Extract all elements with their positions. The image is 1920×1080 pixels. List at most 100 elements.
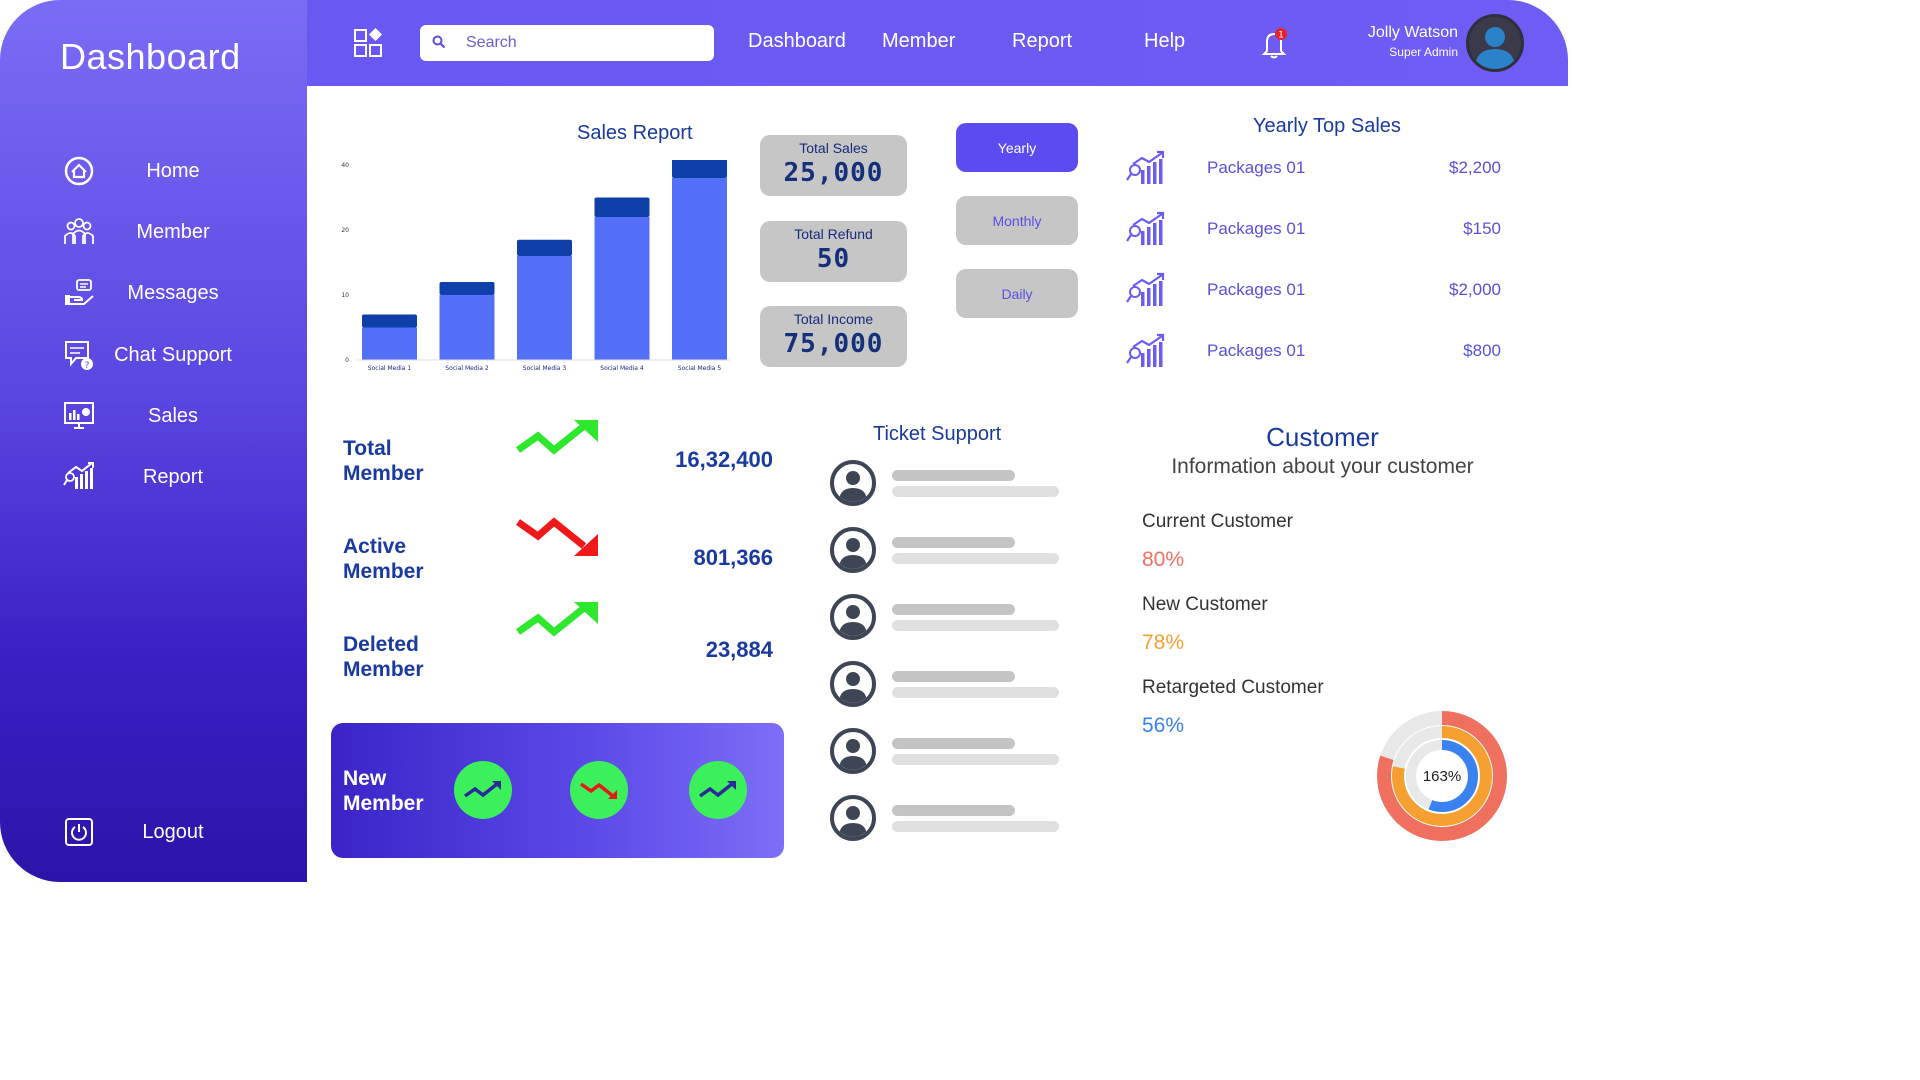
ticket-placeholder-line [892,620,1059,631]
ticket-placeholder-line [892,754,1059,765]
sidebar-item-home[interactable]: Home [0,149,307,193]
ticket-placeholder-line [892,738,1015,749]
topnav-report[interactable]: Report [1012,30,1072,53]
logout-label: Logout [142,820,204,843]
topnav-dashboard[interactable]: Dashboard [748,30,846,53]
customer-donut-chart: 163% [1377,711,1507,841]
user-role: Super Admin [1389,45,1458,59]
trend-up-icon [454,761,512,819]
logout-button[interactable]: Logout [0,810,307,854]
ticket-row[interactable] [830,594,1070,644]
daily-button[interactable]: Daily [956,269,1078,318]
bar-segment [594,197,650,217]
bar-segment [517,256,572,360]
y-tick-label: 40 [341,162,349,169]
stat-title: Total Income [793,311,874,327]
total-sales-card: Total Sales 25,000 [760,135,907,196]
trend-up-icon [515,418,600,468]
sidebar-item-report[interactable]: Report [0,455,307,499]
sales-report-chart: 0 10 20 40 Social Media 1 Social Media 2 Socia… [341,160,730,372]
y-tick-label: 0 [345,357,349,364]
sidebar-item-label: Chat Support [114,343,232,366]
package-name: Packages 01 [1207,158,1306,177]
retargeted-customer-label: Retargeted Customer [1142,677,1324,698]
y-tick-label: 20 [341,227,349,234]
total-member-value: 16,32,400 [675,447,773,472]
group-icon [62,215,96,249]
active-member-label: Active Member [343,535,424,583]
user-avatar-icon [830,594,876,640]
donut-label: 163% [1423,768,1461,785]
x-tick-label: Social Media 4 [600,365,644,372]
bar-segment [672,160,727,178]
sidebar-item-label: Messages [127,281,219,304]
user-avatar-icon [830,661,876,707]
search-bar[interactable] [420,25,714,61]
notification-bell-icon[interactable]: 1 [1258,26,1292,60]
bar-segment [517,239,572,256]
sidebar-item-chat-support[interactable]: ? Chat Support [0,333,307,377]
ticket-placeholder-line [892,537,1015,548]
new-member-label: New Member [343,767,424,815]
sales-report-title: Sales Report [577,122,693,144]
power-icon [62,815,96,849]
user-avatar-icon [830,460,876,506]
x-tick-label: Social Media 1 [368,365,412,372]
customer-subtitle: Information about your customer [1171,455,1474,478]
top-sales-row[interactable]: Packages 01 $150 [1125,211,1505,251]
user-avatar-icon [830,728,876,774]
total-refund-card: Total Refund 50 [760,221,907,282]
ticket-row[interactable] [830,728,1070,778]
brand-title: Dashboard [60,36,241,77]
sidebar-item-messages[interactable]: Messages [0,271,307,315]
trend-up-icon [689,761,747,819]
topnav-member[interactable]: Member [882,30,955,53]
sidebar-item-member[interactable]: Member [0,210,307,254]
top-sales-row[interactable]: Packages 01 $800 [1125,333,1505,373]
notification-count: 1 [1278,31,1284,41]
ticket-placeholder-line [892,553,1059,564]
report-chart-icon [1125,211,1167,247]
sidebar-item-label: Sales [147,404,199,427]
retargeted-customer-value: 56% [1142,714,1185,737]
sidebar-item-sales[interactable]: Sales [0,394,307,438]
search-icon [432,35,446,54]
home-icon [62,154,96,188]
bar-segment [672,178,727,360]
report-chart-icon [62,460,96,494]
package-name: Packages 01 [1207,341,1306,360]
package-amount: $150 [1463,219,1501,238]
current-customer-value: 80% [1142,548,1185,571]
sidebar-item-label: Report [142,465,204,488]
top-sales-row[interactable]: Packages 01 $2,000 [1125,272,1505,312]
ticket-row[interactable] [830,460,1070,510]
app-frame: Dashboard Home Member Messages ? Chat Su… [0,0,1568,882]
sidebar-item-label: Home [146,159,200,182]
report-chart-icon [1125,150,1167,186]
svg-text:?: ? [85,361,90,371]
stat-value: 25,000 [783,158,884,188]
topnav-help[interactable]: Help [1144,30,1185,53]
ticket-row[interactable] [830,795,1070,845]
trend-down-icon [515,514,600,564]
new-member-card: New Member [331,723,784,858]
total-member-label: Total Member [343,437,424,485]
apps-grid-icon[interactable] [352,26,386,60]
ticket-row[interactable] [830,527,1070,577]
x-tick-label: Social Media 3 [523,365,567,372]
package-name: Packages 01 [1207,219,1306,238]
user-avatar[interactable] [1466,14,1524,72]
ticket-support-title: Ticket Support [873,423,1002,445]
bar-segment [439,295,495,360]
monthly-button[interactable]: Monthly [956,196,1078,245]
active-member-value: 801,366 [693,545,773,570]
search-input[interactable] [466,34,696,52]
stat-value: 50 [816,244,851,274]
ticket-row[interactable] [830,661,1070,711]
total-income-card: Total Income 75,000 [760,306,907,367]
hand-message-icon [62,276,96,310]
yearly-button[interactable]: Yearly [956,123,1078,172]
user-avatar-icon [830,527,876,573]
new-customer-value: 78% [1142,631,1185,654]
top-sales-row[interactable]: Packages 01 $2,200 [1125,150,1505,190]
